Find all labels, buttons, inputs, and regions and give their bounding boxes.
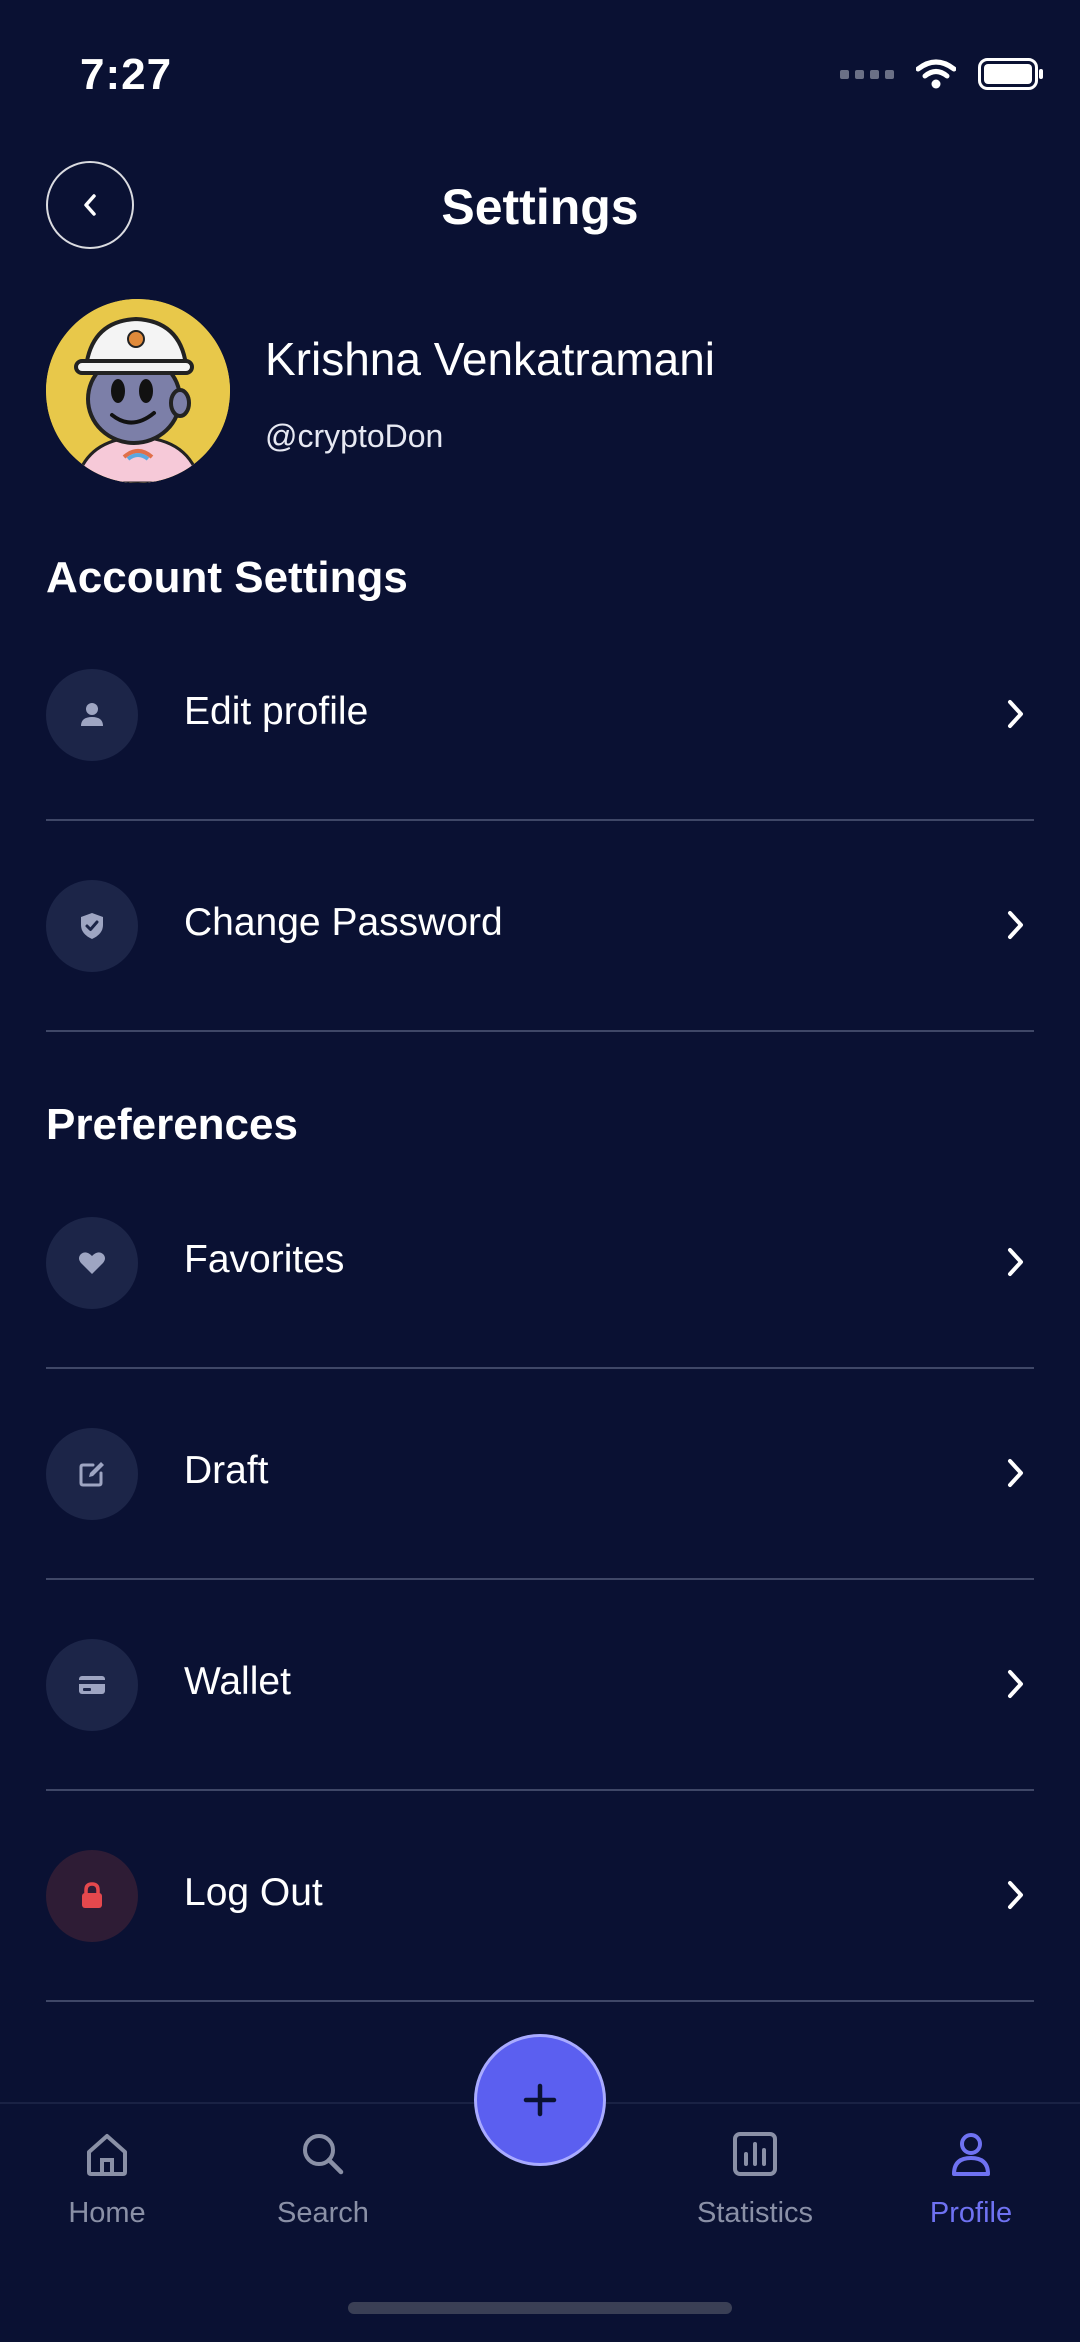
profile-handle: @cryptoDon (265, 418, 444, 454)
section-title-preferences: Preferences (46, 1100, 298, 1149)
nav-label: Statistics (696, 2197, 814, 2229)
divider (46, 1030, 1034, 1032)
page-title: Settings (441, 179, 639, 235)
nav-label: Home (68, 2197, 146, 2229)
profile-icon (952, 2133, 990, 2176)
nav-item-search[interactable]: Search (223, 2126, 423, 2230)
nav-item-home[interactable]: Home (7, 2126, 207, 2230)
add-button[interactable] (474, 2034, 606, 2166)
profile-name: Krishna Venkatramani (265, 333, 716, 385)
settings-item-label: Favorites (184, 1238, 345, 1281)
statistics-icon (733, 2132, 777, 2176)
settings-item-log-out[interactable]: Log Out (46, 1791, 1034, 2002)
chevron-right-icon (1008, 1248, 1023, 1276)
nav-label: Search (277, 2197, 369, 2229)
settings-item-draft[interactable]: Draft (46, 1369, 1034, 1580)
nav-item-statistics[interactable]: Statistics (655, 2126, 855, 2230)
edit-icon (46, 1428, 138, 1520)
settings-item-label: Draft (184, 1449, 269, 1492)
settings-item-label: Log Out (184, 1871, 323, 1914)
settings-item-change-password[interactable]: Change Password (46, 821, 1034, 1032)
settings-item-wallet[interactable]: Wallet (46, 1580, 1034, 1791)
chevron-right-icon (1008, 911, 1023, 939)
settings-item-favorites[interactable]: Favorites (46, 1158, 1034, 1369)
avatar-illustration (46, 299, 230, 483)
settings-item-edit-profile[interactable]: Edit profile (46, 610, 1034, 821)
home-icon (87, 2134, 127, 2176)
chevron-right-icon (1008, 1670, 1023, 1698)
avatar[interactable] (46, 299, 230, 483)
settings-item-label: Change Password (184, 901, 503, 944)
settings-item-label: Wallet (184, 1660, 291, 1703)
lock-icon (46, 1850, 138, 1942)
search-icon (303, 2134, 344, 2175)
plus-icon (523, 2083, 557, 2117)
home-indicator (348, 2302, 732, 2314)
status-icons (840, 58, 1044, 90)
shield-icon (46, 880, 138, 972)
nav-item-profile[interactable]: Profile (871, 2126, 1071, 2230)
wifi-icon (916, 59, 956, 89)
person-icon (46, 669, 138, 761)
heart-icon (46, 1217, 138, 1309)
nav-label: Profile (929, 2197, 1013, 2229)
chevron-right-icon (1008, 1881, 1023, 1909)
chevron-right-icon (1008, 1459, 1023, 1487)
status-time: 7:27 (80, 50, 173, 99)
divider (46, 2000, 1034, 2002)
settings-item-label: Edit profile (184, 690, 369, 733)
signal-icon (840, 69, 894, 79)
battery-icon (978, 58, 1043, 90)
card-icon (46, 1639, 138, 1731)
section-title-account: Account Settings (46, 553, 408, 602)
chevron-right-icon (1008, 700, 1023, 728)
settings-screen: 7:27 Settings Krishna Venkatramani @cryp… (0, 0, 1080, 2342)
